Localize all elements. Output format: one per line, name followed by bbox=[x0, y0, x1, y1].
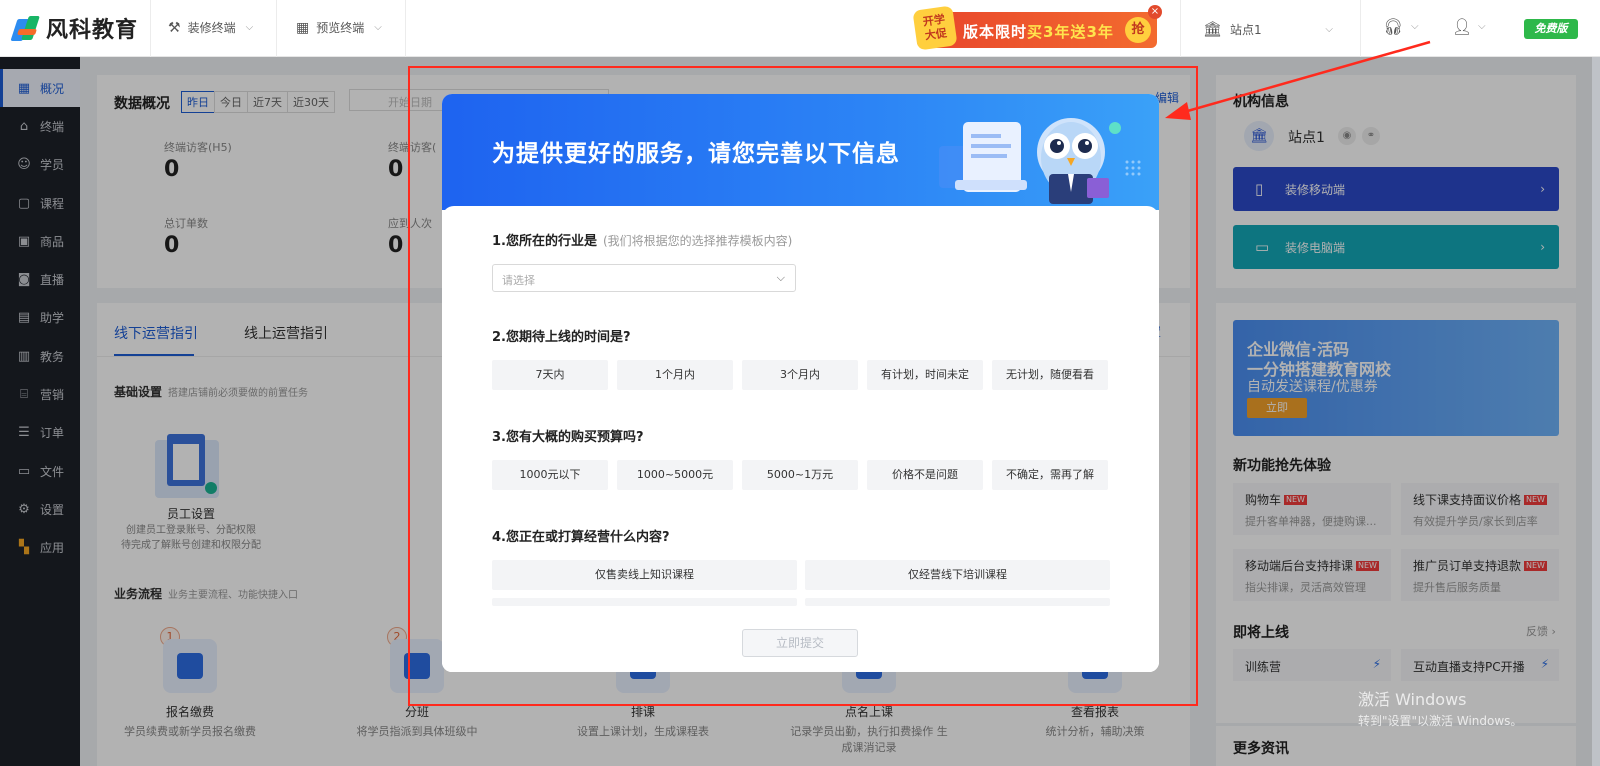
chevron-down-icon: ⌵ bbox=[1411, 21, 1419, 32]
promo-text: 版本限时买3年送3年 bbox=[963, 23, 1114, 41]
chevron-down-icon: ⌵ bbox=[1478, 21, 1486, 32]
watermark-line: 激活 Windows bbox=[1358, 690, 1467, 709]
logo[interactable]: 风科教育 bbox=[10, 12, 139, 44]
free-version-badge[interactable]: 免费版 bbox=[1524, 19, 1578, 39]
promo-grab-button[interactable]: 抢 bbox=[1125, 17, 1151, 43]
scrollbar[interactable] bbox=[1592, 57, 1600, 766]
menu-decorate-terminal[interactable]: ⚒ 装修终端 ⌵ bbox=[168, 19, 253, 36]
site-select-label: 站点1 bbox=[1230, 22, 1262, 37]
menu-preview-terminal[interactable]: ▦ 预览终端 ⌵ bbox=[296, 19, 382, 36]
brush-icon: ⚒ bbox=[168, 19, 181, 36]
divider bbox=[405, 0, 406, 57]
menu-label: 预览终端 bbox=[316, 21, 365, 35]
promo-close-icon[interactable]: × bbox=[1148, 5, 1162, 19]
bank-icon: 🏛 bbox=[1203, 20, 1223, 38]
chevron-down-icon: ⌵ bbox=[245, 22, 254, 33]
menu-label: 装修终端 bbox=[187, 21, 236, 35]
windows-activation-watermark: 激活 Windows 转到"设置"以激活 Windows。 bbox=[1358, 686, 1522, 729]
chevron-down-icon: ⌵ bbox=[374, 22, 382, 33]
annotation-arrow-icon bbox=[1165, 40, 1431, 120]
promo-badge: 开学 大促 bbox=[912, 5, 958, 51]
logo-mark-icon bbox=[10, 13, 42, 43]
site-select[interactable]: 🏛 站点1 ⌵ bbox=[1203, 20, 1333, 38]
grid-icon: ▦ bbox=[296, 19, 310, 36]
headset-icon[interactable]: 🎧︎ bbox=[1383, 17, 1403, 36]
user-icon[interactable]: 👤︎ bbox=[1452, 17, 1472, 36]
watermark-line: 转到"设置"以激活 Windows。 bbox=[1358, 714, 1523, 728]
annotation-red-box bbox=[408, 66, 1198, 706]
promo-banner[interactable]: 开学 大促 版本限时买3年送3年 抢 bbox=[912, 5, 1157, 51]
divider bbox=[150, 0, 151, 57]
logo-text: 风科教育 bbox=[46, 18, 139, 43]
divider bbox=[276, 0, 277, 57]
chevron-down-icon: ⌵ bbox=[1325, 23, 1333, 35]
